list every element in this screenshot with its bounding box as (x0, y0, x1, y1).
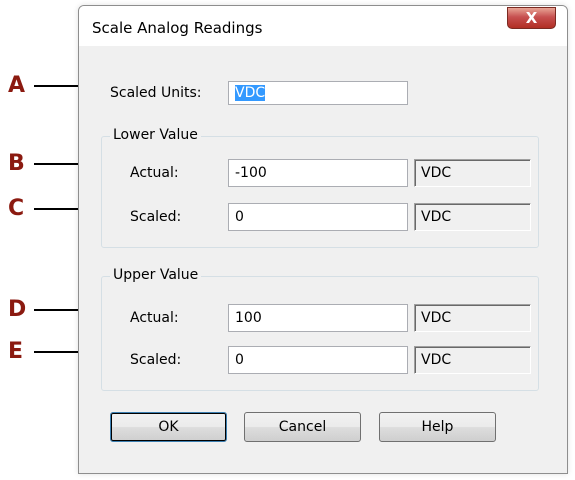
dialog-body: Scaled Units: VDC Lower Value Actual: -1… (79, 46, 567, 473)
upper-scaled-value: 0 (235, 352, 244, 368)
title-bar[interactable]: Scale Analog Readings X (79, 6, 567, 46)
callout-letter: E (8, 339, 24, 364)
lower-actual-label: Actual: (130, 165, 179, 181)
upper-actual-value: 100 (235, 310, 262, 326)
lower-actual-value: -100 (235, 165, 267, 181)
lower-scaled-label: Scaled: (130, 209, 182, 225)
upper-value-legend: Upper Value (110, 267, 202, 283)
upper-scaled-label: Scaled: (130, 352, 182, 368)
cancel-button[interactable]: Cancel (244, 412, 361, 442)
scaled-units-value: VDC (235, 85, 266, 101)
callout-letter: D (8, 297, 27, 322)
lower-scaled-value: 0 (235, 209, 244, 225)
help-button[interactable]: Help (379, 412, 496, 442)
close-icon: X (525, 9, 538, 27)
scaled-units-label: Scaled Units: (110, 85, 202, 101)
callout-letter: B (8, 151, 25, 176)
lower-actual-unit: VDC (414, 159, 531, 187)
upper-actual-input[interactable]: 100 (228, 304, 408, 332)
upper-scaled-input[interactable]: 0 (228, 346, 408, 374)
lower-actual-input[interactable]: -100 (228, 159, 408, 187)
lower-scaled-input[interactable]: 0 (228, 203, 408, 231)
dialog-title: Scale Analog Readings (92, 19, 263, 37)
lower-scaled-unit: VDC (414, 203, 531, 231)
upper-scaled-unit: VDC (414, 346, 531, 374)
ok-button[interactable]: OK (110, 412, 227, 442)
scale-analog-readings-dialog: Scale Analog Readings X Scaled Units: VD… (78, 5, 568, 474)
close-button[interactable]: X (507, 7, 556, 29)
upper-value-group: Upper Value Actual: 100 VDC Scaled: 0 VD… (101, 267, 539, 391)
scaled-units-input[interactable]: VDC (228, 81, 408, 105)
upper-actual-unit: VDC (414, 304, 531, 332)
callout-letter: A (8, 73, 26, 98)
lower-value-group: Lower Value Actual: -100 VDC Scaled: 0 V… (101, 127, 539, 248)
upper-actual-label: Actual: (130, 310, 179, 326)
lower-value-legend: Lower Value (110, 127, 201, 143)
callout-letter: C (8, 196, 25, 221)
